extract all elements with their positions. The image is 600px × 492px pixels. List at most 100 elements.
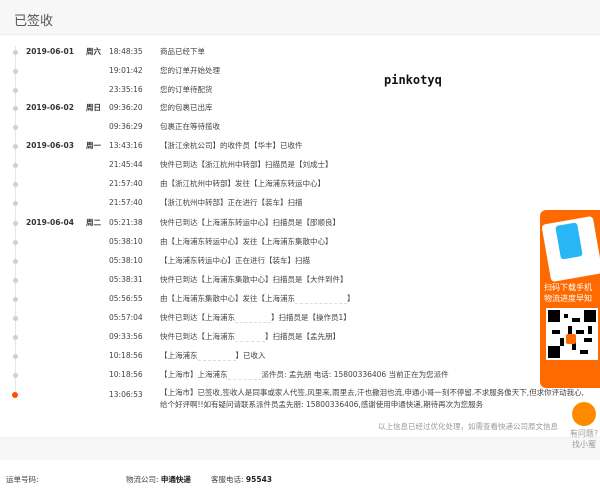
current-status-dot-icon (12, 392, 18, 398)
timeline-row: 05:57:04 快件已到达【上海浦东 】扫描员是【操作员1】 (0, 311, 600, 325)
timeline-desc: 您的包裹已出库 (160, 101, 213, 115)
timeline-row: 10:18:56 【上海浦东 】已收入 (0, 349, 600, 363)
timeline-row: 21:57:40 【浙江杭州中转部】正在进行【装车】扫描 (0, 196, 600, 210)
waybill-label: 运单号码: (6, 475, 39, 484)
timeline-row: 09:36:29 包裹正在等待揽收 (0, 120, 600, 134)
section-gap (0, 438, 600, 460)
timeline-row: 21:57:40 由【浙江杭州中转部】发往【上海浦东转运中心】 (0, 177, 600, 191)
timeline-time: 10:18:56 (109, 370, 143, 379)
timeline-row: 21:45:44 快件已到达【浙江杭州中转部】扫描员是【刘成士】 (0, 158, 600, 172)
timeline-weekday: 周六 (86, 47, 101, 56)
timeline-time: 09:36:29 (109, 122, 143, 131)
timeline-time: 18:48:35 (109, 47, 143, 56)
redaction-mask (235, 313, 271, 323)
phone-value: 95543 (245, 475, 273, 484)
timeline-row: 13:06:53 【上海市】已签收,签收人是同事或家人代签,风里来,雨里去,汗也撒… (0, 388, 600, 409)
timeline-dot-icon (13, 106, 18, 111)
timeline-date: 2019-06-03 (26, 141, 74, 150)
timeline-dot-icon (13, 163, 18, 168)
timeline-row: 2019-06-01 周六 18:48:35 商品已经下单 (0, 45, 600, 59)
redaction-mask (235, 332, 265, 342)
timeline-date: 2019-06-04 (26, 218, 74, 227)
timeline-dot-icon (13, 50, 18, 55)
timeline-dot-icon (13, 88, 18, 93)
timeline-desc-tail: 】已收入 (235, 351, 266, 360)
timeline-desc: 快件已到达【上海浦东 】扫描员是【孟先朋】 (160, 330, 340, 344)
timeline-row: 19:01:42 您的订单开始处理 (0, 64, 600, 78)
timeline-desc: 由【上海浦东集散中心】发往【上海浦东 】 (160, 292, 355, 306)
company-label: 物流公司: (126, 475, 159, 484)
timeline-desc: 【上海浦东 】已收入 (160, 349, 266, 363)
timeline-time: 10:18:56 (109, 351, 143, 360)
timeline-row: 2019-06-02 周日 09:36:20 您的包裹已出库 (0, 101, 600, 115)
timeline-time: 21:57:40 (109, 179, 143, 188)
status-header: 已签收 (0, 0, 600, 35)
timeline-time: 13:06:53 (109, 390, 143, 399)
assistant-avatar-icon[interactable] (572, 402, 596, 426)
timeline-desc: 您的订单开始处理 (160, 64, 220, 78)
timeline-desc-text: 【上海浦东 (160, 351, 198, 360)
timeline-dot-icon (13, 373, 18, 378)
app-download-promo[interactable]: 扫码下载手机 物流进度早知 (540, 210, 600, 388)
timeline-dot-icon (13, 240, 18, 245)
timeline-desc-text: 由【上海浦东集散中心】发往【上海浦东 (160, 294, 295, 303)
timeline-desc: 【浙江杭州中转部】正在进行【装车】扫描 (160, 196, 303, 210)
brand-logo-icon (566, 334, 576, 344)
timeline-weekday: 周一 (86, 141, 101, 150)
timeline-dot-icon (13, 297, 18, 302)
timeline-row: 2019-06-04 周二 05:21:38 快件已到达【上海浦东转运中心】扫描员是【… (0, 216, 600, 230)
timeline-time: 23:35:16 (109, 85, 143, 94)
redaction-mask (197, 351, 236, 361)
timeline-row: 2019-06-03 周一 13:43:16 【浙江余杭公司】的收件员【华丰】已收件 (0, 139, 600, 153)
timeline-dot-icon (13, 125, 18, 130)
help-line-2: 找小蜜 (572, 440, 596, 449)
redaction-mask (227, 370, 262, 380)
timeline-desc-tail: 派件员: 孟先朋 电话: 15800336406 当前正在为您派件 (261, 370, 449, 379)
timeline-desc: 您的订单待配货 (160, 83, 213, 97)
timeline-date: 2019-06-01 (26, 47, 74, 56)
footnote[interactable]: 以上信息已经过优化处理，如需查看快递公司原文信息 (378, 421, 558, 432)
timeline-desc-text: 商品已经下单 (160, 47, 205, 56)
timeline-time: 09:36:20 (109, 103, 143, 112)
help-line-1: 有问题? (569, 429, 599, 438)
timeline-desc-text: 快件已到达【浙江杭州中转部】扫描员是【刘成士】 (160, 160, 333, 169)
timeline-dot-icon (13, 278, 18, 283)
timeline-desc: 快件已到达【上海浦东 】扫描员是【操作员1】 (160, 311, 351, 325)
timeline-desc-text: 【浙江杭州中转部】正在进行【装车】扫描 (160, 198, 303, 207)
timeline-row: 23:35:16 您的订单待配货 (0, 83, 600, 97)
timeline-desc-text: 快件已到达【上海浦东转运中心】扫描员是【邵顺良】 (160, 218, 340, 227)
service-phone: 客服电话: 95543 (211, 474, 272, 485)
timeline-desc: 包裹正在等待揽收 (160, 120, 220, 134)
timeline-desc-text: 由【浙江杭州中转部】发往【上海浦东转运中心】 (160, 179, 325, 188)
timeline-dot-icon (13, 144, 18, 149)
timeline-dot-icon (13, 335, 18, 340)
timeline-desc-text: 您的包裹已出库 (160, 103, 213, 112)
timeline-time: 19:01:42 (109, 66, 143, 75)
timeline-weekday: 周二 (86, 218, 101, 227)
logistics-company: 物流公司: 申通快递 (126, 474, 191, 485)
timeline-desc-text: 快件已到达【上海浦东 (160, 313, 235, 322)
timeline-desc: 快件已到达【上海浦东转运中心】扫描员是【邵顺良】 (160, 216, 340, 230)
redaction-mask (295, 294, 347, 304)
timeline-time: 05:21:38 (109, 218, 143, 227)
timeline-desc: 由【上海浦东转运中心】发往【上海浦东集散中心】 (160, 235, 333, 249)
timeline-dot-icon (13, 69, 18, 74)
timeline-desc: 快件已到达【浙江杭州中转部】扫描员是【刘成士】 (160, 158, 333, 172)
timeline-time: 21:57:40 (109, 198, 143, 207)
timeline-desc-text: 【上海市】已签收,签收人是同事或家人代签,风里来,雨里去,汗也撒泪也流,申通小哥… (160, 388, 585, 409)
timeline-desc: 【上海市】已签收,签收人是同事或家人代签,风里来,雨里去,汗也撒泪也流,申通小哥… (160, 387, 585, 411)
timeline-row: 05:38:10 由【上海浦东转运中心】发往【上海浦东集散中心】 (0, 235, 600, 249)
timeline-desc-tail: 】扫描员是【操作员1】 (271, 313, 351, 322)
timeline-desc-text: 由【上海浦东转运中心】发往【上海浦东集散中心】 (160, 237, 333, 246)
timeline-row: 05:56:55 由【上海浦东集散中心】发往【上海浦东 】 (0, 292, 600, 306)
timeline-dot-icon (13, 201, 18, 206)
timeline-row: 09:33:56 快件已到达【上海浦东 】扫描员是【孟先朋】 (0, 330, 600, 344)
promo-text: 扫码下载手机 物流进度早知 (544, 282, 592, 304)
timeline-desc-text: 您的订单待配货 (160, 85, 213, 94)
timeline-time: 09:33:56 (109, 332, 143, 341)
timeline-weekday: 周日 (86, 103, 101, 112)
help-widget[interactable]: 有问题? 找小蜜 (564, 428, 600, 450)
timeline-row: 10:18:56 【上海市】上海浦东 派件员: 孟先朋 电话: 1580033640… (0, 368, 600, 382)
timeline-dot-icon (13, 182, 18, 187)
timeline-desc: 【上海市】上海浦东 派件员: 孟先朋 电话: 15800336406 当前正在为您… (160, 368, 449, 382)
